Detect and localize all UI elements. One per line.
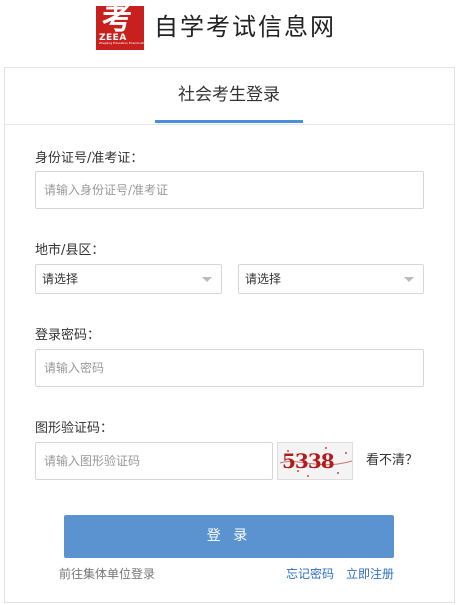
tab-social-candidate-login[interactable]: 社会考生登录 (155, 83, 303, 107)
header: 考 ZEEA Zhejiang Education Examinations A… (0, 0, 460, 62)
id-label: 身份证号/准考证： (35, 151, 144, 166)
region-label: 地市/县区： (35, 243, 105, 258)
captcha-image[interactable]: 5338 (277, 442, 353, 480)
unit-login-link[interactable]: 前往集体单位登录 (59, 566, 155, 582)
chevron-down-icon (404, 277, 414, 282)
tab-active-indicator (155, 120, 303, 123)
chevron-down-icon (202, 277, 212, 282)
captcha-label: 图形验证码： (35, 421, 114, 436)
login-button[interactable]: 登 录 (64, 515, 394, 558)
logo-glyph: 考 (102, 2, 132, 37)
captcha-noise (279, 447, 352, 477)
city-select[interactable]: 请选择 (35, 264, 222, 294)
site-name: 自学考试信息网 (154, 13, 336, 41)
tab-bar: 社会考生登录 (5, 68, 454, 125)
city-select-value: 请选择 (42, 272, 79, 286)
site-logo[interactable]: 考 ZEEA Zhejiang Education Examinations A… (96, 2, 164, 50)
login-card: 社会考生登录 身份证号/准考证： 地市/县区： 请选择 请选择 登录密码： 图形… (4, 67, 455, 603)
county-select[interactable]: 请选择 (238, 264, 424, 294)
captcha-input[interactable] (35, 442, 273, 480)
register-link[interactable]: 立即注册 (346, 566, 394, 582)
forgot-password-link[interactable]: 忘记密码 (286, 566, 334, 582)
id-number-input[interactable] (35, 171, 424, 209)
password-label: 登录密码： (35, 328, 101, 343)
refresh-captcha-link[interactable]: 看不清？ (366, 452, 418, 470)
password-input[interactable] (35, 349, 424, 387)
county-select-value: 请选择 (245, 272, 282, 286)
